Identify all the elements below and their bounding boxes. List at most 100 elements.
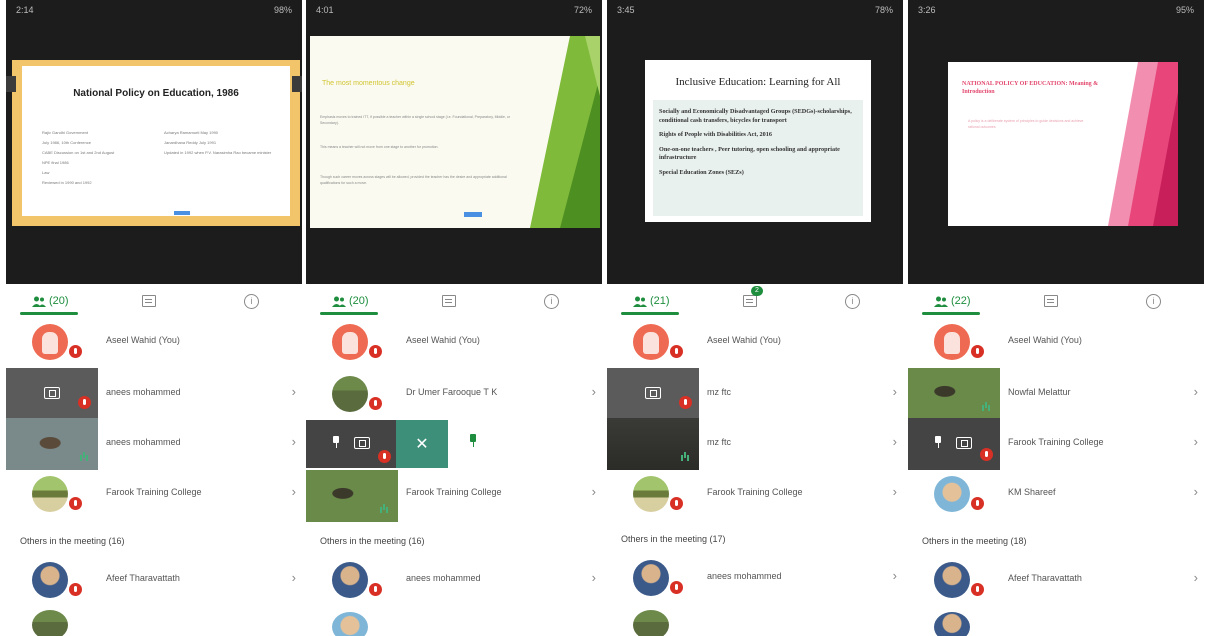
slide-title: The most momentous change	[322, 80, 415, 87]
participant-row[interactable]: Aseel Wahid (You)	[306, 318, 602, 366]
participant-name: Farook Training College	[406, 487, 502, 497]
tab-people[interactable]: (21)	[633, 291, 670, 311]
edge-tab-right	[292, 76, 302, 92]
others-heading: Others in the meeting (18)	[922, 536, 1027, 546]
participant-row[interactable]: anees mohammed ›	[6, 418, 302, 470]
participant-row[interactable]: Farook Training College ›	[6, 470, 302, 518]
meeting-tabs: (20) i	[6, 288, 302, 318]
participant-row[interactable]: KM Shareef ›	[908, 470, 1204, 518]
tab-chat[interactable]	[142, 291, 156, 311]
tab-chat[interactable]: 2	[743, 286, 763, 311]
mic-off-icon	[369, 345, 382, 358]
presentation-view[interactable]: 3:45 78% Inclusive Education: Learning f…	[607, 0, 903, 284]
participant-row[interactable]: Afeef Tharavattath ›	[908, 556, 1204, 604]
others-heading: Others in the meeting (16)	[20, 536, 125, 546]
avatar	[32, 476, 68, 512]
slide-text: This means a teacher will not move from …	[320, 145, 439, 149]
slide-points: Socially and Economically Disadvantaged …	[653, 100, 863, 216]
participant-row[interactable]: Aseel Wahid (You)	[908, 318, 1204, 366]
slide-bullet: Reviewed in 1990 and 1992	[42, 180, 92, 185]
audio-level-icon	[982, 402, 990, 412]
presentation-view[interactable]: 3:26 95% NATIONAL POLICY OF EDUCATION: M…	[908, 0, 1204, 284]
pin-icon[interactable]	[934, 436, 942, 448]
avatar	[32, 610, 68, 636]
tab-info[interactable]: i	[544, 291, 559, 311]
participant-name: mz ftc	[707, 437, 731, 447]
participant-row[interactable]: anees mohammed ›	[607, 554, 903, 602]
tab-info[interactable]: i	[1146, 291, 1161, 311]
slide-title: Inclusive Education: Learning for All	[675, 76, 841, 88]
participant-row[interactable]: Farook Training College ›	[306, 470, 602, 522]
tab-info[interactable]: i	[845, 291, 860, 311]
active-tab-indicator	[922, 312, 980, 315]
avatar	[633, 610, 669, 636]
mic-off-icon	[69, 497, 82, 510]
tab-chat[interactable]	[1044, 291, 1058, 311]
people-icon	[32, 296, 46, 307]
slide-bullet: July 1986, 10th Conference	[42, 140, 91, 145]
status-bar: 4:01 72%	[306, 0, 602, 20]
meeting-tabs: (20) i	[306, 288, 602, 318]
close-button[interactable]: ✕	[396, 420, 448, 468]
slide-text: A policy is a deliberate system of princ…	[968, 119, 1084, 129]
slide-bullet: Law	[42, 170, 50, 175]
participant-row[interactable]: Farook Training College ›	[607, 470, 903, 518]
participant-name: Afeef Tharavattath	[1008, 573, 1082, 583]
tab-info[interactable]: i	[244, 291, 259, 311]
chevron-right-icon[interactable]: ›	[292, 434, 296, 449]
chevron-right-icon[interactable]: ›	[292, 384, 296, 399]
presentation-view[interactable]: 4:01 72% The most momentous change Empha…	[306, 0, 602, 284]
participant-name: Farook Training College	[1008, 437, 1104, 447]
chevron-right-icon[interactable]: ›	[592, 384, 596, 399]
chevron-right-icon[interactable]: ›	[1194, 384, 1198, 399]
chevron-right-icon[interactable]: ›	[1194, 434, 1198, 449]
participant-row[interactable]: Afeef Tharavattath ›	[6, 556, 302, 604]
tab-chat[interactable]	[442, 291, 456, 311]
participant-row[interactable]: Farook Training College ›	[908, 418, 1204, 470]
pin-icon[interactable]	[468, 434, 478, 448]
shared-slide: NATIONAL POLICY OF EDUCATION: Meaning & …	[948, 62, 1178, 226]
meeting-tabs: (22) i	[908, 288, 1204, 318]
participant-row[interactable]: Nowfal Melattur ›	[908, 368, 1204, 420]
slide-decoration	[530, 36, 600, 228]
tab-people[interactable]: (22)	[934, 291, 971, 311]
presentation-view[interactable]: 2:14 98% National Policy on Education, 1…	[6, 0, 302, 284]
people-count: (22)	[951, 295, 971, 307]
mic-off-icon	[369, 583, 382, 596]
participant-row[interactable]: Dr Umer Farooque T K ›	[306, 370, 602, 418]
chat-icon	[743, 295, 757, 307]
slide-bullet: NPE final 1986	[42, 160, 69, 165]
chevron-right-icon[interactable]: ›	[1194, 484, 1198, 499]
shared-slide: National Policy on Education, 1986 Rajiv…	[12, 60, 300, 226]
participant-row[interactable]: anees mohammed ›	[6, 368, 302, 420]
mic-off-icon	[971, 497, 984, 510]
audio-level-icon	[80, 452, 88, 462]
participant-row[interactable]: mz ftc ›	[607, 368, 903, 420]
chevron-right-icon[interactable]: ›	[893, 568, 897, 583]
chat-icon	[442, 295, 456, 307]
participant-row[interactable]: mz ftc ›	[607, 418, 903, 470]
chevron-right-icon[interactable]: ›	[893, 384, 897, 399]
avatar	[32, 324, 68, 360]
participant-row[interactable]: anees mohammed ›	[306, 556, 602, 604]
participant-row[interactable]: Aseel Wahid (You)	[6, 318, 302, 366]
mic-off-icon	[78, 396, 91, 409]
chevron-right-icon[interactable]: ›	[292, 570, 296, 585]
chevron-right-icon[interactable]: ›	[893, 484, 897, 499]
participant-row[interactable]: Aseel Wahid (You)	[607, 318, 903, 366]
mic-off-icon	[69, 345, 82, 358]
chevron-right-icon[interactable]: ›	[592, 484, 596, 499]
chevron-right-icon[interactable]: ›	[893, 434, 897, 449]
avatar	[934, 324, 970, 360]
pin-icon[interactable]	[332, 436, 340, 448]
chevron-right-icon[interactable]: ›	[292, 484, 296, 499]
status-time: 4:01	[316, 5, 334, 15]
status-battery: 78%	[874, 5, 893, 15]
avatar	[934, 612, 970, 636]
mic-off-icon	[971, 345, 984, 358]
chevron-right-icon[interactable]: ›	[592, 570, 596, 585]
tab-people[interactable]: (20)	[32, 291, 69, 311]
chevron-right-icon[interactable]: ›	[1194, 570, 1198, 585]
avatar	[633, 324, 669, 360]
tab-people[interactable]: (20)	[332, 291, 369, 311]
